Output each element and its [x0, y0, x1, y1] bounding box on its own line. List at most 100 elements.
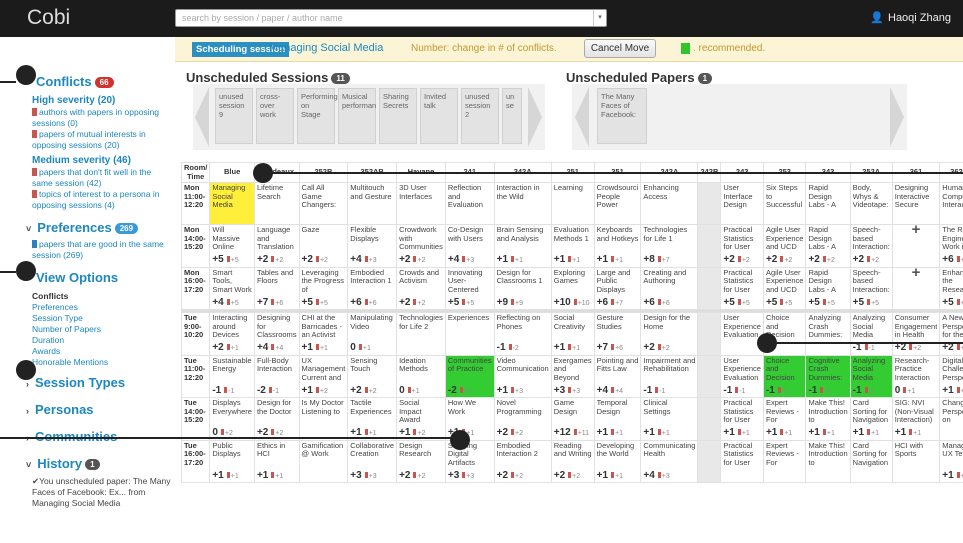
session-cell[interactable]: Agile User Experience and UCD +5 +5	[762, 266, 807, 310]
session-cell[interactable]: Reading and Writing +2 +2	[550, 439, 595, 483]
session-cell[interactable]: Practical Statistics for User	[720, 439, 764, 483]
carousel-prev-icon[interactable]	[195, 87, 209, 147]
view-option-honorable-mentions[interactable]: Honorable Mentions	[32, 357, 108, 367]
cancel-move-button[interactable]: Cancel Move	[584, 39, 656, 58]
session-cell[interactable]: Large and Public Displays +6 +7	[593, 266, 642, 310]
session-cell[interactable]: Social Impact Award +1 +2	[396, 397, 446, 441]
view-options-header[interactable]: View Options	[36, 270, 118, 285]
session-cell[interactable]: User Experience Evaluation	[720, 312, 764, 356]
session-cell[interactable]: Technologies for Life 2	[396, 312, 446, 356]
session-cell[interactable]: Gaze +2 +2	[298, 224, 349, 268]
session-cell[interactable]: Practical Statistics for User +5 +5	[720, 266, 764, 310]
conflicts-header[interactable]: Conflicts 66	[36, 74, 114, 89]
session-cell[interactable]: Evaluation Methods 1 +1 +1	[550, 224, 595, 268]
preferences-header[interactable]: ˅ Preferences 269	[26, 220, 139, 235]
session-cell[interactable]: Card Sorting for Navigation +1 +1	[849, 397, 893, 441]
session-cell[interactable]: User Interface Design and	[720, 182, 764, 225]
session-cell[interactable]: Speech-based Interaction: +2 +2	[849, 224, 893, 268]
view-option-session-type[interactable]: Session Type	[32, 313, 83, 323]
conflict-item[interactable]: papers of mutual interests in opposing s…	[32, 129, 172, 151]
preference-item[interactable]: papers that are good in the same session…	[32, 239, 172, 261]
session-cell[interactable]: Will Massive Online +5 +5	[209, 224, 255, 268]
session-cell[interactable]: Technologies for Life 1 +8 +7	[640, 224, 699, 268]
history-header[interactable]: ˅ History 1	[26, 456, 100, 471]
session-cell[interactable]: Full-Body Interaction -2 -1	[253, 354, 300, 398]
session-cell[interactable]: Enhancing Access	[640, 182, 699, 225]
session-cell[interactable]: Call All Game Changers:	[298, 182, 349, 225]
unscheduled-session-card[interactable]: unused session 9	[215, 88, 253, 144]
session-cell[interactable]: Card Sorting for Navigation	[849, 439, 893, 483]
session-cell[interactable]: Gesture Studies +7 +6	[593, 312, 642, 356]
session-cell[interactable]: Gamification @ Work	[298, 439, 349, 483]
session-cell[interactable]: Changing Perspectives on	[939, 397, 963, 441]
session-cell[interactable]: Novel Programming +2 +2	[493, 397, 552, 441]
session-cell[interactable]: Designing for Classrooms 2 +4 +4	[253, 312, 300, 356]
session-cell[interactable]: UX Management Current and +1 +2	[298, 354, 349, 398]
session-cell[interactable]: Reflection and Evaluation	[444, 182, 495, 225]
session-cell[interactable]: HCI with Sports	[891, 439, 941, 483]
session-cell[interactable]: Keyboards and Hotkeys +1 +1	[593, 224, 642, 268]
session-cell[interactable]: Practical Statistics for User +1 +1	[720, 397, 764, 441]
session-cell[interactable]: Sustainable Energy -1 -1	[209, 354, 255, 398]
session-cell[interactable]: Expert Reviews - For Experts +1 +1	[762, 397, 807, 441]
unscheduled-paper-card[interactable]: The Many Faces of Facebook:	[597, 88, 647, 144]
session-cell[interactable]: Game Design +12 +11	[550, 397, 595, 441]
session-cell[interactable]: Temporal Design +1 +1	[593, 397, 642, 441]
session-cell[interactable]: Learning	[550, 182, 595, 225]
session-cell[interactable]: Video Communication +1 +3	[493, 354, 552, 398]
session-cell[interactable]: Interacting around Devices +2 +1	[209, 312, 255, 356]
session-cell[interactable]: Choice and Decision Making for -1 -1	[762, 354, 807, 398]
conflict-item[interactable]: papers that don't fit well in the same s…	[32, 167, 172, 189]
session-cell[interactable]: Practical Statistics for User +2 +2	[720, 224, 764, 268]
session-cell[interactable]: Exploring Games +10 +10	[550, 266, 595, 310]
session-cell[interactable]: Leveraging the Progress of +5 +5	[298, 266, 349, 310]
session-types-header[interactable]: › Session Types	[26, 375, 125, 390]
session-cell[interactable]: Flexible Displays +4 +3	[347, 224, 398, 268]
session-cell[interactable]: Cognitive Crash Dummies: -1 -1	[805, 354, 851, 398]
session-cell[interactable]: Brain Sensing and Analysis +1 +1	[493, 224, 552, 268]
view-option-conflicts[interactable]: Conflicts	[32, 291, 68, 301]
session-cell[interactable]: Sensing Touch +2 +2	[347, 354, 398, 398]
session-cell[interactable]: Design for the Doctor +2 +2	[253, 397, 300, 441]
unscheduled-session-card[interactable]: Invited talk	[420, 88, 458, 144]
session-cell[interactable]: Creating and Authoring +6 +6	[640, 266, 699, 310]
session-cell[interactable]: Pointing and Fitts Law +4 +4	[593, 354, 642, 398]
session-cell[interactable]: Reflecting on Phones -1 -2	[493, 312, 552, 356]
session-cell[interactable]: Language and Translation +2 +2	[253, 224, 300, 268]
session-cell[interactable]: Digital Art: Challenging Perspectives +1+…	[939, 354, 963, 398]
session-cell[interactable]: Make This! Introduction to	[805, 439, 851, 483]
session-cell[interactable]: +	[891, 266, 941, 310]
session-cell[interactable]: Ideation Methods 0 +1	[396, 354, 446, 398]
session-cell[interactable]: Smart Tools, Smart Work +4 +5	[209, 266, 255, 310]
session-cell[interactable]: +	[891, 224, 941, 268]
view-option-number-of-papers[interactable]: Number of Papers	[32, 324, 101, 334]
unscheduled-session-card[interactable]: Performing on Stage	[297, 88, 338, 144]
search-input[interactable]: search by session / paper / author name	[175, 9, 607, 27]
carousel-prev-icon[interactable]	[575, 87, 589, 147]
session-cell[interactable]: Crowdwork with Communities +2 +2	[396, 224, 446, 268]
session-cell[interactable]: Design for the Home +2 +2	[640, 312, 699, 356]
unscheduled-session-card[interactable]: cross-over work	[256, 88, 294, 144]
session-cell[interactable]: Multitouch and Gesture	[347, 182, 398, 225]
add-session-icon[interactable]: +	[895, 225, 938, 236]
carousel-next-icon[interactable]	[890, 87, 904, 147]
session-cell[interactable]: Communities of Practice -2 +1	[444, 354, 495, 398]
session-cell[interactable]: The Role of Engineering Work in CHI +6+6	[939, 224, 963, 268]
session-cell[interactable]: Enhancing the Research +5+5	[939, 266, 963, 310]
session-cell[interactable]: Ethics in HCI +1 +1	[253, 439, 300, 483]
session-cell[interactable]: Six Steps to Successful UX in an	[762, 182, 807, 225]
session-cell[interactable]: Managing UX Teams +1+1	[939, 439, 963, 483]
unscheduled-session-card[interactable]: Sharing Secrets	[379, 88, 417, 144]
session-cell[interactable]: Designing Interactive Secure	[891, 182, 941, 225]
session-cell[interactable]: Exergames and Beyond +3 +3	[550, 354, 595, 398]
session-cell[interactable]: Speech-based Interaction: +5 +5	[849, 266, 893, 310]
session-cell[interactable]: Interaction in the Wild	[493, 182, 552, 225]
unscheduled-session-card[interactable]: Musical performan	[338, 88, 376, 144]
session-cell[interactable]: Clinical Settings +1 +1	[640, 397, 699, 441]
high-severity-label[interactable]: High severity (20)	[32, 95, 115, 106]
personas-header[interactable]: › Personas	[26, 402, 94, 417]
history-entry[interactable]: ✔You unscheduled paper: The Many Faces o…	[32, 476, 172, 509]
session-cell[interactable]: Agile User Experience and UCD +2 +2	[762, 224, 807, 268]
session-cell[interactable]: Crowds and Activism +2 +2	[396, 266, 446, 310]
session-cell[interactable]: Impairment and Rehabilitation -1 -1	[640, 354, 699, 398]
